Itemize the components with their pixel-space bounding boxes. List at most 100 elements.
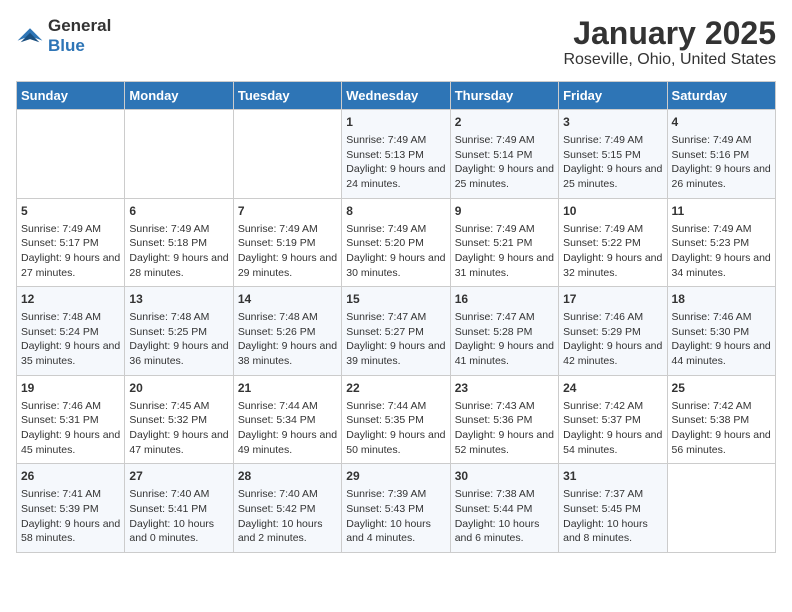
cell-text-line: Daylight: 9 hours and 39 minutes. xyxy=(346,340,445,367)
day-number: 30 xyxy=(455,468,554,485)
cell-text-line: Sunset: 5:35 PM xyxy=(346,414,424,426)
cell-text-line: Sunset: 5:44 PM xyxy=(455,503,533,515)
calendar-cell: 11Sunrise: 7:49 AMSunset: 5:23 PMDayligh… xyxy=(667,198,775,287)
calendar-cell: 16Sunrise: 7:47 AMSunset: 5:28 PMDayligh… xyxy=(450,287,558,376)
cell-text-line: Sunset: 5:25 PM xyxy=(129,326,207,338)
calendar-cell: 31Sunrise: 7:37 AMSunset: 5:45 PMDayligh… xyxy=(559,464,667,553)
day-number: 22 xyxy=(346,380,445,397)
cell-text-line: Sunrise: 7:40 AM xyxy=(129,488,209,500)
calendar-cell: 25Sunrise: 7:42 AMSunset: 5:38 PMDayligh… xyxy=(667,375,775,464)
calendar-cell: 19Sunrise: 7:46 AMSunset: 5:31 PMDayligh… xyxy=(17,375,125,464)
col-header-monday: Monday xyxy=(125,82,233,110)
col-header-friday: Friday xyxy=(559,82,667,110)
cell-text-line: Sunset: 5:14 PM xyxy=(455,149,533,161)
col-header-saturday: Saturday xyxy=(667,82,775,110)
title-block: January 2025 Roseville, Ohio, United Sta… xyxy=(563,16,776,69)
cell-text-line: Sunrise: 7:40 AM xyxy=(238,488,318,500)
cell-text-line: Sunset: 5:41 PM xyxy=(129,503,207,515)
cell-text-line: Daylight: 9 hours and 45 minutes. xyxy=(21,429,120,456)
cell-text-line: Sunset: 5:31 PM xyxy=(21,414,99,426)
cell-text-line: Sunrise: 7:49 AM xyxy=(129,223,209,235)
day-number: 3 xyxy=(563,114,662,131)
cell-text-line: Daylight: 9 hours and 50 minutes. xyxy=(346,429,445,456)
cell-text-line: Sunset: 5:37 PM xyxy=(563,414,641,426)
cell-text-line: Sunrise: 7:42 AM xyxy=(672,400,752,412)
cell-text-line: Sunset: 5:17 PM xyxy=(21,237,99,249)
cell-text-line: Sunrise: 7:49 AM xyxy=(346,223,426,235)
cell-text-line: Daylight: 9 hours and 38 minutes. xyxy=(238,340,337,367)
cell-text-line: Sunset: 5:39 PM xyxy=(21,503,99,515)
calendar-table: SundayMondayTuesdayWednesdayThursdayFrid… xyxy=(16,81,776,553)
col-header-thursday: Thursday xyxy=(450,82,558,110)
day-number: 17 xyxy=(563,291,662,308)
col-header-tuesday: Tuesday xyxy=(233,82,341,110)
calendar-cell: 30Sunrise: 7:38 AMSunset: 5:44 PMDayligh… xyxy=(450,464,558,553)
col-header-wednesday: Wednesday xyxy=(342,82,450,110)
cell-text-line: Sunset: 5:34 PM xyxy=(238,414,316,426)
cell-text-line: Sunrise: 7:49 AM xyxy=(346,134,426,146)
cell-text-line: Daylight: 9 hours and 42 minutes. xyxy=(563,340,662,367)
cell-text-line: Sunrise: 7:47 AM xyxy=(455,311,535,323)
calendar-cell: 1Sunrise: 7:49 AMSunset: 5:13 PMDaylight… xyxy=(342,110,450,199)
cell-text-line: Sunrise: 7:43 AM xyxy=(455,400,535,412)
cell-text-line: Sunrise: 7:47 AM xyxy=(346,311,426,323)
cell-text-line: Sunrise: 7:45 AM xyxy=(129,400,209,412)
cell-text-line: Daylight: 10 hours and 0 minutes. xyxy=(129,518,214,545)
logo: General Blue xyxy=(16,16,111,56)
logo-blue: Blue xyxy=(48,36,85,55)
day-number: 28 xyxy=(238,468,337,485)
cell-text-line: Daylight: 9 hours and 56 minutes. xyxy=(672,429,771,456)
calendar-cell: 28Sunrise: 7:40 AMSunset: 5:42 PMDayligh… xyxy=(233,464,341,553)
calendar-cell: 7Sunrise: 7:49 AMSunset: 5:19 PMDaylight… xyxy=(233,198,341,287)
calendar-cell: 27 Sunrise: 7:40 AM Sunset: 5:41 PM Dayligh… xyxy=(125,464,233,553)
day-number: 4 xyxy=(672,114,771,131)
cell-text-line: Sunset: 5:13 PM xyxy=(346,149,424,161)
calendar-cell: 6Sunrise: 7:49 AMSunset: 5:18 PMDaylight… xyxy=(125,198,233,287)
calendar-week-row: 1Sunrise: 7:49 AMSunset: 5:13 PMDaylight… xyxy=(17,110,776,199)
cell-text-line: Sunset: 5:38 PM xyxy=(672,414,750,426)
cell-text-line: Daylight: 9 hours and 49 minutes. xyxy=(238,429,337,456)
day-number: 23 xyxy=(455,380,554,397)
day-number: 13 xyxy=(129,291,228,308)
cell-text-line: Sunset: 5:42 PM xyxy=(238,503,316,515)
cell-text-line: Daylight: 9 hours and 30 minutes. xyxy=(346,252,445,279)
calendar-cell: 14Sunrise: 7:48 AMSunset: 5:26 PMDayligh… xyxy=(233,287,341,376)
page-header: General Blue January 2025 Roseville, Ohi… xyxy=(16,16,776,69)
cell-text-line: Sunrise: 7:46 AM xyxy=(21,400,101,412)
cell-text-line: Daylight: 9 hours and 58 minutes. xyxy=(21,518,120,545)
calendar-cell: 18Sunrise: 7:46 AMSunset: 5:30 PMDayligh… xyxy=(667,287,775,376)
calendar-cell: 13Sunrise: 7:48 AMSunset: 5:25 PMDayligh… xyxy=(125,287,233,376)
calendar-cell: 5 Sunrise: 7:49 AM Sunset: 5:17 PM Daylight… xyxy=(17,198,125,287)
cell-text-line: Sunrise: 7:48 AM xyxy=(238,311,318,323)
day-number: 14 xyxy=(238,291,337,308)
day-number: 29 xyxy=(346,468,445,485)
cell-text-line: Daylight: 10 hours and 4 minutes. xyxy=(346,518,431,545)
calendar-cell: 23Sunrise: 7:43 AMSunset: 5:36 PMDayligh… xyxy=(450,375,558,464)
day-number: 27 xyxy=(129,468,228,485)
cell-text-line: Daylight: 9 hours and 36 minutes. xyxy=(129,340,228,367)
cell-text-line: Sunset: 5:19 PM xyxy=(238,237,316,249)
cell-text-line: Daylight: 10 hours and 6 minutes. xyxy=(455,518,540,545)
calendar-cell: 26Sunrise: 7:41 AMSunset: 5:39 PMDayligh… xyxy=(17,464,125,553)
day-number: 5 xyxy=(21,203,120,220)
cell-text-line: Daylight: 9 hours and 34 minutes. xyxy=(672,252,771,279)
cell-text-line: Sunrise: 7:49 AM xyxy=(455,223,535,235)
cell-text-line: Sunset: 5:16 PM xyxy=(672,149,750,161)
cell-text-line: Sunrise: 7:49 AM xyxy=(563,223,643,235)
calendar-cell: 2Sunrise: 7:49 AMSunset: 5:14 PMDaylight… xyxy=(450,110,558,199)
cell-text-line: Daylight: 9 hours and 24 minutes. xyxy=(346,163,445,190)
cell-text-line: Sunset: 5:21 PM xyxy=(455,237,533,249)
calendar-week-row: 5 Sunrise: 7:49 AM Sunset: 5:17 PM Daylight… xyxy=(17,198,776,287)
cell-text-line: Daylight: 9 hours and 29 minutes. xyxy=(238,252,337,279)
cell-text-line: Daylight: 9 hours and 52 minutes. xyxy=(455,429,554,456)
cell-text-line: Sunrise: 7:49 AM xyxy=(563,134,643,146)
calendar-cell xyxy=(125,110,233,199)
cell-text-line: Sunrise: 7:49 AM xyxy=(238,223,318,235)
cell-text-line: Daylight: 9 hours and 25 minutes. xyxy=(563,163,662,190)
cell-text-line: Daylight: 9 hours and 27 minutes. xyxy=(21,252,120,279)
calendar-cell xyxy=(17,110,125,199)
cell-text-line: Daylight: 9 hours and 28 minutes. xyxy=(129,252,228,279)
cell-text-line: Sunrise: 7:49 AM xyxy=(21,223,101,235)
calendar-cell: 10Sunrise: 7:49 AMSunset: 5:22 PMDayligh… xyxy=(559,198,667,287)
cell-text-line: Sunrise: 7:42 AM xyxy=(563,400,643,412)
